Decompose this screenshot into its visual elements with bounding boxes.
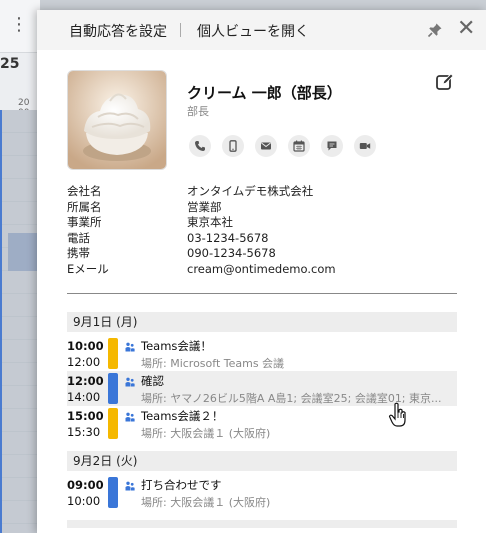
day-spacer	[67, 441, 457, 451]
info-value[interactable]: 090-1234-5678	[187, 246, 276, 262]
info-value: オンタイムデモ株式会社	[187, 184, 314, 198]
info-row: 携帯 090-1234-5678	[67, 246, 336, 262]
background-time-line	[0, 110, 2, 533]
close-icon[interactable]: ✕	[457, 18, 475, 40]
next-day-header	[67, 520, 457, 528]
auto-reply-link[interactable]: 自動応答を設定	[69, 21, 167, 41]
event-color-bar	[108, 477, 118, 508]
event-start-time: 10:00	[67, 339, 104, 353]
info-value[interactable]: 03-1234-5678	[187, 231, 268, 247]
background-toolbar: ⋮	[0, 0, 40, 53]
user-name: クリーム 一郎（部長）	[187, 84, 342, 102]
background-calendar: ⋮ 25 20 00	[0, 0, 40, 533]
info-label: Eメール	[67, 261, 109, 276]
day-header: 9月1日 (月)	[67, 312, 457, 332]
info-value: 東京本社	[187, 215, 233, 229]
background-day-number: 25	[0, 56, 20, 72]
attendees-icon	[125, 412, 135, 422]
header-separator	[180, 23, 181, 37]
event-location: 場所: ヤマノ26ビル5階A A島1; 会議室25; 会議室01; 東京...	[141, 392, 442, 405]
attendees-icon	[125, 481, 135, 491]
attendees-icon	[125, 377, 135, 387]
day-header: 9月2日 (火)	[67, 451, 457, 471]
event-start-time: 15:00	[67, 409, 104, 423]
event-end-time: 10:00	[67, 494, 101, 508]
event-title: Teams会議２！	[141, 409, 224, 423]
event-start-time: 12:00	[67, 374, 104, 388]
info-value: 営業部	[187, 199, 222, 214]
background-overlay	[0, 110, 40, 533]
event-end-time: 15:30	[67, 425, 101, 439]
info-row: 電話 03-1234-5678	[67, 231, 336, 247]
event-title: 確認	[141, 374, 164, 388]
event-title: Teams会議！	[141, 339, 212, 353]
info-label: 会社名	[67, 184, 102, 198]
hand-cursor-icon	[388, 402, 406, 427]
more-icon[interactable]: ⋮	[10, 16, 28, 34]
video-icon[interactable]	[354, 135, 376, 157]
event-location: 場所: 大阪会議１ (大阪府)	[141, 496, 271, 509]
section-divider	[67, 293, 457, 294]
user-detail-panel: 自動応答を設定 個人ビューを開く ✕ クリーム 一郎（部長） 部長 会社名 オン…	[37, 10, 486, 533]
event-end-time: 12:00	[67, 355, 101, 369]
info-label: 所属名	[67, 199, 102, 214]
calendar-icon[interactable]	[288, 135, 310, 157]
panel-header: 自動応答を設定 個人ビューを開く ✕	[37, 10, 486, 50]
mail-icon[interactable]	[255, 135, 277, 157]
mobile-icon[interactable]	[222, 135, 244, 157]
contact-actions	[189, 135, 376, 157]
event-title: 打ち合わせです	[141, 478, 222, 492]
event-item[interactable]: 12:00 14:00 確認場所: ヤマノ26ビル5階A A島1; 会議室25; 会…	[67, 371, 457, 406]
info-label: 携帯	[67, 246, 90, 260]
avatar	[67, 70, 167, 170]
chat-icon[interactable]	[321, 135, 343, 157]
info-row: 会社名 オンタイムデモ株式会社	[67, 184, 336, 200]
event-color-bar	[108, 373, 118, 404]
event-color-bar	[108, 338, 118, 369]
info-value[interactable]: cream@ontimedemo.com	[187, 262, 336, 278]
info-label: 電話	[67, 230, 90, 245]
info-row: 事業所 東京本社	[67, 215, 336, 231]
event-item[interactable]: 10:00 12:00 Teams会議！ 場所: Microsoft Teams 会議	[67, 336, 457, 371]
attendees-icon	[125, 342, 135, 352]
user-info: 会社名 オンタイムデモ株式会社所属名 営業部事業所 東京本社電話 03-1234-567…	[67, 184, 336, 277]
event-start-time: 09:00	[67, 478, 104, 492]
edit-icon[interactable]	[435, 72, 455, 92]
phone-icon[interactable]	[189, 135, 211, 157]
info-row: 所属名 営業部	[67, 200, 336, 216]
event-location: 場所: Microsoft Teams 会議	[141, 357, 285, 370]
pin-icon[interactable]	[427, 22, 443, 38]
personal-view-link[interactable]: 個人ビューを開く	[197, 21, 309, 41]
event-item[interactable]: 09:00 10:00 打ち合わせです場所: 大阪会議１ (大阪府)	[67, 475, 457, 510]
event-end-time: 14:00	[67, 390, 101, 404]
event-location: 場所: 大阪会議１ (大阪府)	[141, 427, 271, 440]
event-color-bar	[108, 408, 118, 439]
info-label: 事業所	[67, 215, 102, 229]
info-row: Eメール cream@ontimedemo.com	[67, 262, 336, 278]
user-title: 部長	[187, 105, 209, 118]
